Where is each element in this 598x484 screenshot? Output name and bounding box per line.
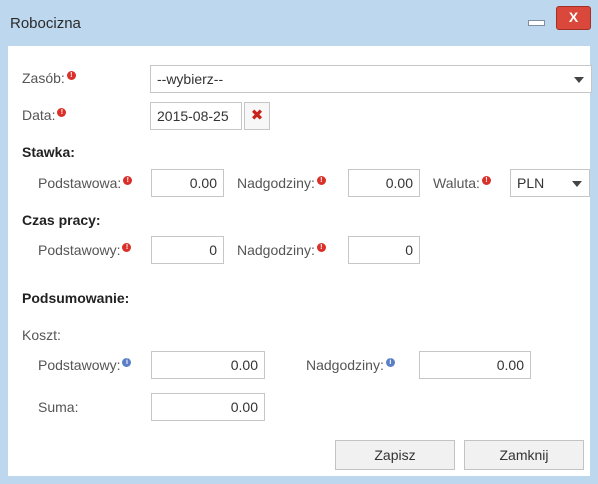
resource-label-text: Zasób: bbox=[22, 70, 65, 86]
required-icon: ! bbox=[316, 176, 326, 185]
info-icon: i bbox=[122, 358, 132, 367]
cost-label: Koszt: bbox=[22, 327, 61, 343]
chevron-down-icon bbox=[572, 181, 582, 187]
cost-overtime-label: Nadgodziny: i bbox=[306, 357, 395, 373]
currency-select-value: PLN bbox=[517, 175, 545, 191]
required-icon: ! bbox=[57, 108, 67, 117]
cost-overtime-label-text: Nadgodziny: bbox=[306, 357, 384, 373]
rate-basic-label-text: Podstawowa: bbox=[38, 175, 122, 191]
rate-overtime-label: Nadgodziny:! bbox=[237, 175, 326, 191]
cost-basic-value bbox=[151, 351, 265, 379]
minimize-icon bbox=[528, 20, 545, 26]
cost-basic-label: Podstawowy: i bbox=[38, 357, 132, 373]
required-icon: ! bbox=[66, 71, 76, 80]
close-icon: X bbox=[568, 9, 579, 25]
required-icon: ! bbox=[481, 176, 491, 185]
date-input[interactable] bbox=[150, 102, 242, 130]
cost-overtime-value bbox=[419, 351, 531, 379]
summary-heading: Podsumowanie: bbox=[22, 290, 130, 306]
currency-select[interactable]: PLN bbox=[510, 169, 590, 197]
dialog-window: Robocizna X Zasób:! --wybierz-- Data:! ✖… bbox=[0, 0, 598, 484]
titlebar[interactable]: Robocizna X bbox=[0, 0, 598, 46]
worktime-basic-label: Podstawowy:! bbox=[38, 242, 132, 258]
required-icon: ! bbox=[316, 243, 326, 252]
resource-select[interactable]: --wybierz-- bbox=[150, 65, 592, 93]
worktime-basic-input[interactable] bbox=[151, 236, 224, 264]
required-icon: ! bbox=[123, 176, 133, 185]
required-icon: ! bbox=[122, 243, 132, 252]
rate-overtime-input[interactable] bbox=[348, 169, 420, 197]
worktime-overtime-label: Nadgodziny:! bbox=[237, 242, 326, 258]
currency-label-text: Waluta: bbox=[433, 175, 480, 191]
chevron-down-icon bbox=[574, 77, 584, 83]
dialog-content: Zasób:! --wybierz-- Data:! ✖ Stawka: Pod… bbox=[8, 46, 592, 476]
resource-label: Zasób:! bbox=[22, 70, 76, 86]
rate-basic-label: Podstawowa:! bbox=[38, 175, 133, 191]
clear-icon: ✖ bbox=[250, 107, 264, 124]
date-label: Data:! bbox=[22, 107, 67, 123]
worktime-basic-label-text: Podstawowy: bbox=[38, 242, 121, 258]
resource-select-value: --wybierz-- bbox=[157, 71, 224, 87]
worktime-overtime-label-text: Nadgodziny: bbox=[237, 242, 315, 258]
clear-date-button[interactable]: ✖ bbox=[244, 102, 270, 130]
save-button[interactable]: Zapisz bbox=[335, 440, 455, 470]
total-value bbox=[151, 393, 265, 421]
worktime-overtime-input[interactable] bbox=[348, 236, 420, 264]
rate-overtime-label-text: Nadgodziny: bbox=[237, 175, 315, 191]
date-label-text: Data: bbox=[22, 107, 56, 123]
currency-label: Waluta:! bbox=[433, 175, 491, 191]
cost-basic-label-text: Podstawowy: bbox=[38, 357, 121, 373]
info-icon: i bbox=[385, 358, 395, 367]
rate-basic-input[interactable] bbox=[151, 169, 224, 197]
dialog-title: Robocizna bbox=[10, 15, 81, 32]
rate-heading: Stawka: bbox=[22, 144, 75, 160]
close-button[interactable]: Zamknij bbox=[464, 440, 584, 470]
close-window-button[interactable]: X bbox=[556, 6, 591, 30]
total-label: Suma: bbox=[38, 399, 79, 415]
minimize-button[interactable] bbox=[523, 10, 549, 32]
worktime-heading: Czas pracy: bbox=[22, 212, 101, 228]
